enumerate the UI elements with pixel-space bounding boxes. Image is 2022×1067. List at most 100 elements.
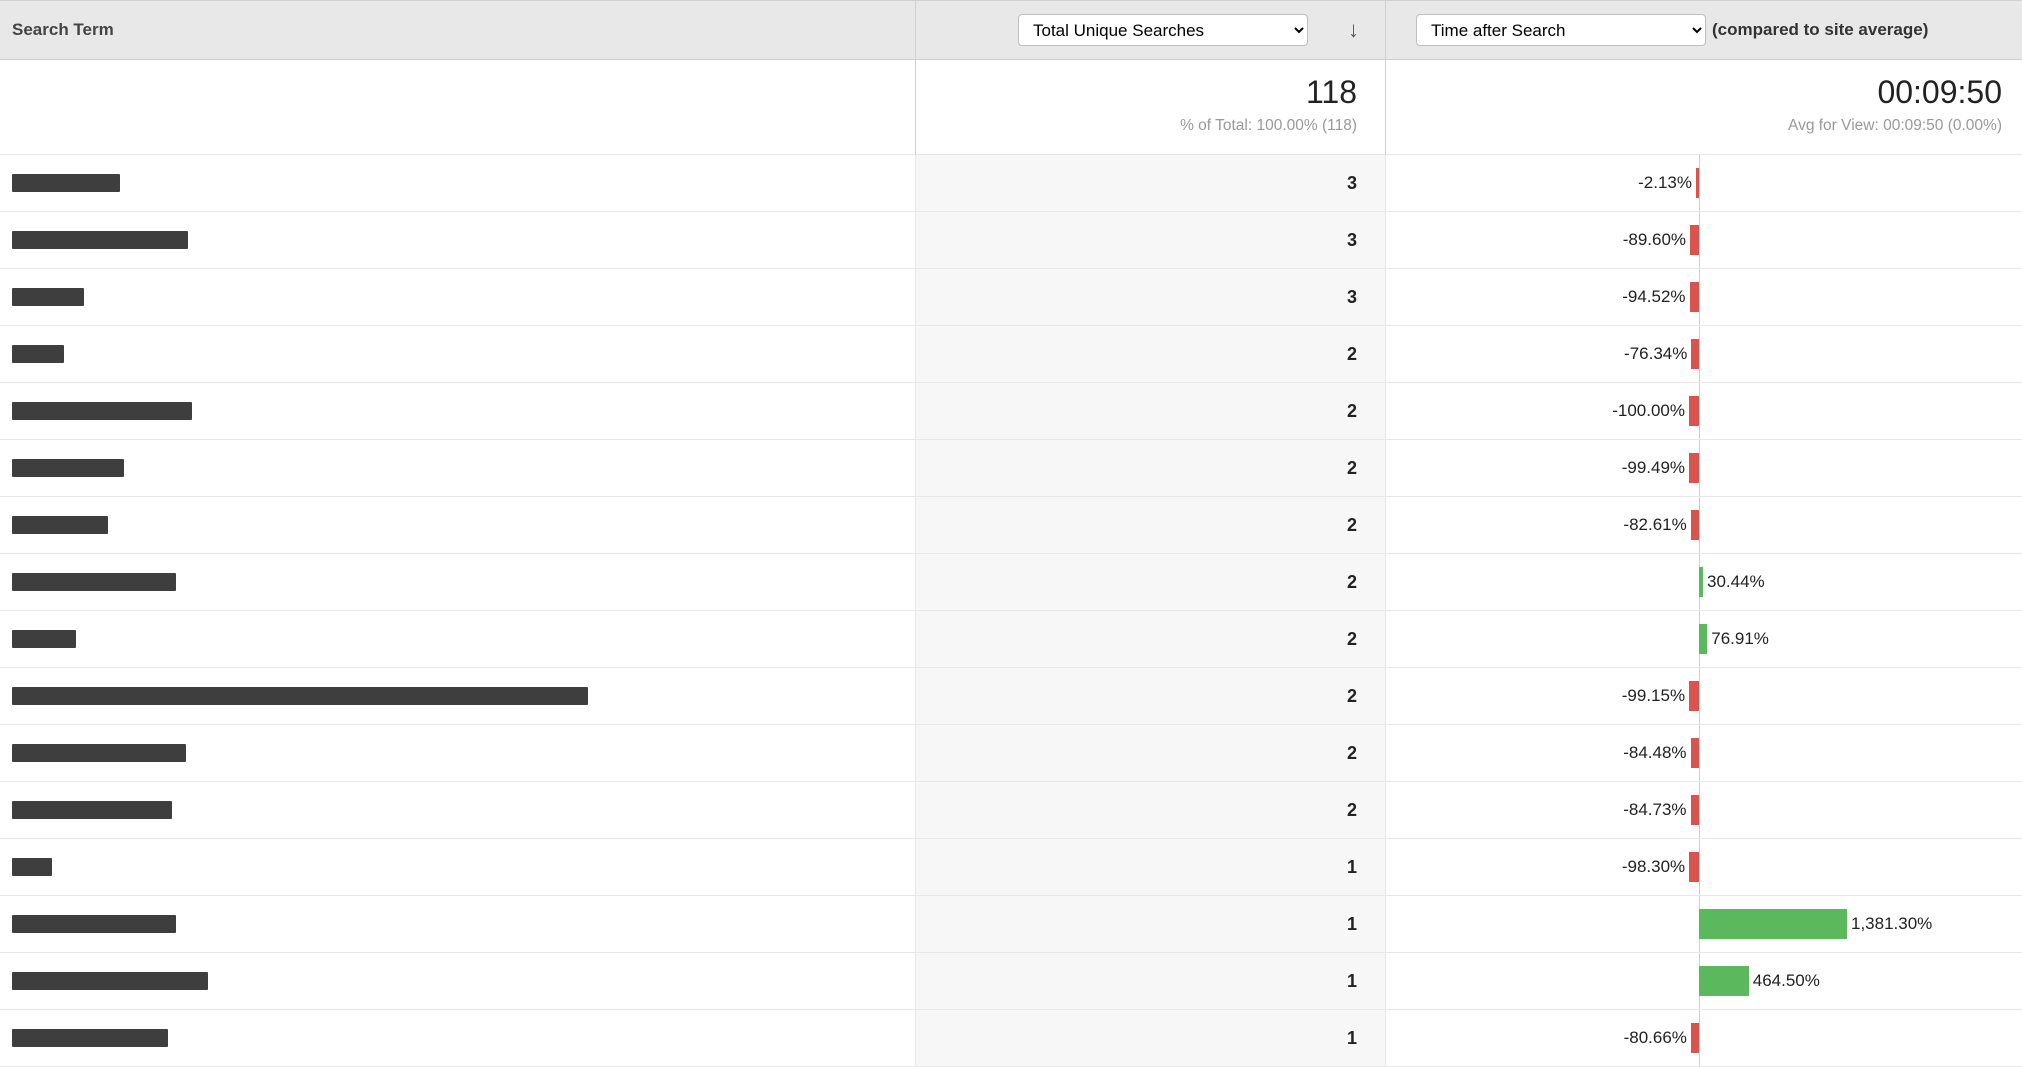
table-row-count: 1 — [915, 1010, 1385, 1067]
comparison-pct-label: -98.30% — [1618, 857, 1689, 877]
metric2-select[interactable]: Time after Search — [1416, 14, 1706, 46]
negative-bar — [1691, 510, 1699, 540]
table-row-count: 2 — [915, 440, 1385, 497]
summary-total-value: 118 — [936, 74, 1357, 111]
table-row-term[interactable] — [0, 725, 915, 782]
table-row-comparison-bar: -2.13% — [1385, 155, 2022, 212]
table-row-comparison-bar: -76.34% — [1385, 326, 2022, 383]
table-row-term[interactable] — [0, 497, 915, 554]
comparison-pct-label: -99.15% — [1618, 686, 1689, 706]
table-row-count: 2 — [915, 668, 1385, 725]
column-header-metric1: Total Unique Searches ↓ — [915, 0, 1385, 60]
redacted-term — [12, 687, 588, 705]
redacted-term — [12, 402, 192, 420]
summary-time-subtext: Avg for View: 00:09:50 (0.00%) — [1406, 117, 2002, 135]
comparison-pct-label: 76.91% — [1707, 629, 1773, 649]
header-label: Search Term — [12, 20, 114, 40]
table-row-comparison-bar: -89.60% — [1385, 212, 2022, 269]
table-row-comparison-bar: -94.52% — [1385, 269, 2022, 326]
table-row-count: 2 — [915, 383, 1385, 440]
table-row-term[interactable] — [0, 212, 915, 269]
comparison-pct-label: -82.61% — [1619, 515, 1690, 535]
summary-time-value: 00:09:50 — [1406, 74, 2002, 111]
negative-bar — [1691, 339, 1699, 369]
table-row-term[interactable] — [0, 782, 915, 839]
comparison-pct-label: -84.73% — [1619, 800, 1690, 820]
table-row-count: 1 — [915, 896, 1385, 953]
table-row-comparison-bar: -98.30% — [1385, 839, 2022, 896]
negative-bar — [1689, 453, 1699, 483]
table-row-term[interactable] — [0, 440, 915, 497]
column-header-metric2: Time after Search (compared to site aver… — [1385, 0, 2022, 60]
table-row-comparison-bar: 76.91% — [1385, 611, 2022, 668]
table-row-comparison-bar: -99.49% — [1385, 440, 2022, 497]
summary-term-cell — [0, 60, 915, 155]
comparison-pct-label: 1,381.30% — [1847, 914, 1936, 934]
table-row-term[interactable] — [0, 554, 915, 611]
table-row-count: 1 — [915, 953, 1385, 1010]
table-row-comparison-bar: 1,381.30% — [1385, 896, 2022, 953]
comparison-pct-label: -2.13% — [1634, 173, 1696, 193]
comparison-pct-label: -94.52% — [1618, 287, 1689, 307]
redacted-term — [12, 915, 176, 933]
comparison-pct-label: -99.49% — [1618, 458, 1689, 478]
positive-bar — [1699, 909, 1847, 939]
table-row-comparison-bar: -80.66% — [1385, 1010, 2022, 1067]
redacted-term — [12, 858, 52, 876]
comparison-pct-label: -89.60% — [1619, 230, 1690, 250]
negative-bar — [1691, 1023, 1699, 1053]
table-row-comparison-bar: -99.15% — [1385, 668, 2022, 725]
table-row-term[interactable] — [0, 896, 915, 953]
table-row-term[interactable] — [0, 611, 915, 668]
negative-bar — [1689, 396, 1699, 426]
table-row-count: 2 — [915, 611, 1385, 668]
table-row-term[interactable] — [0, 155, 915, 212]
redacted-term — [12, 345, 64, 363]
comparison-pct-label: 464.50% — [1749, 971, 1824, 991]
redacted-term — [12, 801, 172, 819]
table-row-term[interactable] — [0, 383, 915, 440]
metric1-select[interactable]: Total Unique Searches — [1018, 14, 1308, 46]
comparison-pct-label: -76.34% — [1620, 344, 1691, 364]
table-row-count: 2 — [915, 497, 1385, 554]
negative-bar — [1691, 795, 1699, 825]
negative-bar — [1689, 681, 1699, 711]
redacted-term — [12, 288, 84, 306]
table-row-term[interactable] — [0, 839, 915, 896]
comparison-pct-label: -80.66% — [1620, 1028, 1691, 1048]
table-row-term[interactable] — [0, 326, 915, 383]
redacted-term — [12, 573, 176, 591]
table-row-count: 2 — [915, 554, 1385, 611]
redacted-term — [12, 972, 208, 990]
negative-bar — [1689, 852, 1699, 882]
column-header-search-term: Search Term — [0, 0, 915, 60]
redacted-term — [12, 231, 188, 249]
redacted-term — [12, 174, 120, 192]
redacted-term — [12, 516, 108, 534]
table-row-count: 2 — [915, 326, 1385, 383]
comparison-pct-label: -100.00% — [1608, 401, 1689, 421]
table-row-term[interactable] — [0, 953, 915, 1010]
table-row-term[interactable] — [0, 269, 915, 326]
negative-bar — [1691, 738, 1699, 768]
comparison-pct-label: -84.48% — [1619, 743, 1690, 763]
table-row-count: 1 — [915, 839, 1385, 896]
table-row-comparison-bar: 464.50% — [1385, 953, 2022, 1010]
table-row-term[interactable] — [0, 668, 915, 725]
table-row-term[interactable] — [0, 1010, 915, 1067]
table-row-comparison-bar: -84.48% — [1385, 725, 2022, 782]
redacted-term — [12, 630, 76, 648]
positive-bar — [1699, 966, 1749, 996]
redacted-term — [12, 459, 124, 477]
table-row-comparison-bar: -82.61% — [1385, 497, 2022, 554]
sort-descending-icon[interactable]: ↓ — [1348, 17, 1359, 43]
table-row-count: 3 — [915, 269, 1385, 326]
negative-bar — [1690, 282, 1699, 312]
table-row-count: 2 — [915, 782, 1385, 839]
table-row-count: 3 — [915, 155, 1385, 212]
comparison-pct-label: 30.44% — [1703, 572, 1769, 592]
summary-time-cell: 00:09:50 Avg for View: 00:09:50 (0.00%) — [1385, 60, 2022, 155]
table-row-comparison-bar: 30.44% — [1385, 554, 2022, 611]
positive-bar — [1699, 624, 1707, 654]
negative-bar — [1690, 225, 1699, 255]
